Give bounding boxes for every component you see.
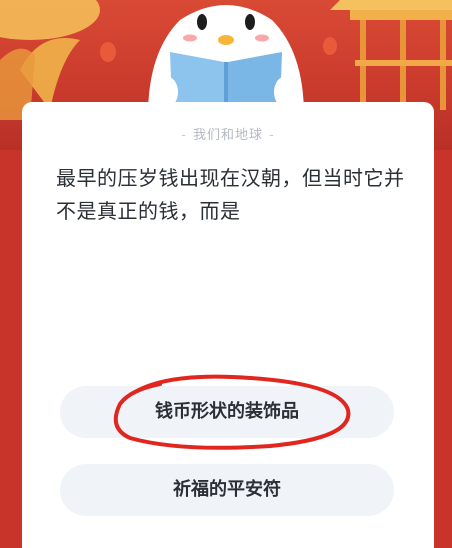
question-text: 最早的压岁钱出现在汉朝，但当时它并不是真正的钱，而是 bbox=[56, 166, 405, 223]
category-dash-left: - bbox=[181, 128, 187, 143]
quiz-screen: - 我们和地球 - 最早的压岁钱出现在汉朝，但当时它并不是真正的钱，而是 钱币形状的… bbox=[0, 0, 452, 548]
answer-option-2-label: 祈福的平安符 bbox=[173, 479, 281, 500]
question-card: - 我们和地球 - 最早的压岁钱出现在汉朝，但当时它并不是真正的钱，而是 钱币形状的… bbox=[22, 102, 434, 548]
quiz-category: - 我们和地球 - bbox=[22, 124, 434, 143]
category-label: 我们和地球 bbox=[192, 128, 263, 143]
category-dash-right: - bbox=[269, 128, 275, 143]
answer-option-2[interactable]: 祈福的平安符 bbox=[60, 464, 394, 516]
answer-option-1[interactable]: 钱币形状的装饰品 bbox=[60, 386, 394, 438]
answer-option-1-label: 钱币形状的装饰品 bbox=[155, 401, 299, 422]
